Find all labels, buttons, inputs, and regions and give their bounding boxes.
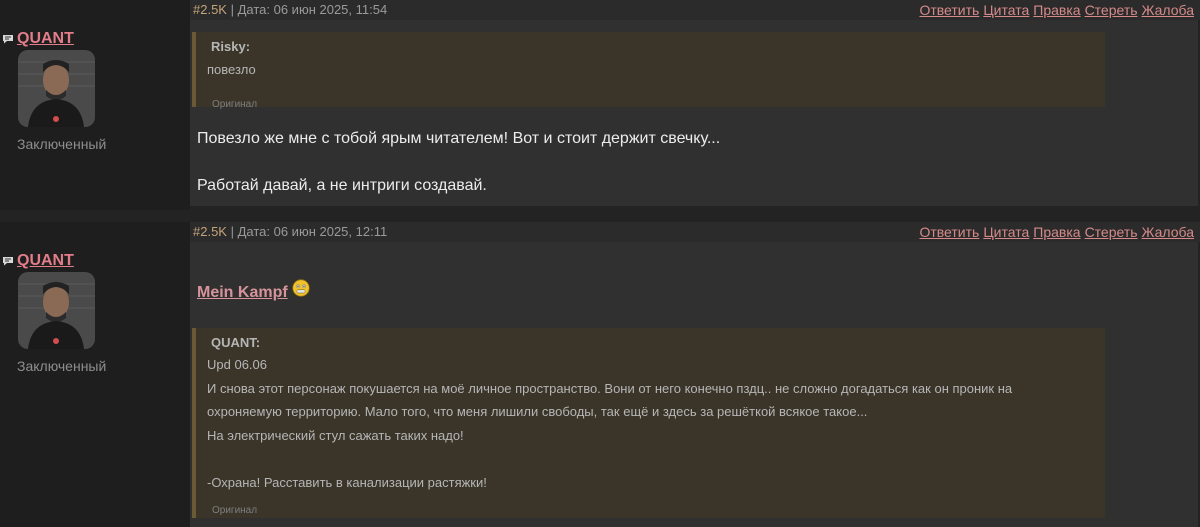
quote-author: Risky: (211, 39, 251, 54)
quote-original-link[interactable]: Оригинал (212, 99, 257, 110)
quote-block: Risky: повезло Оригинал (192, 32, 1105, 110)
edit-button[interactable]: Правка (1033, 222, 1080, 242)
post-body: Mein Kampf QUANT: Upd 06.06 И снова этот… (190, 242, 1198, 527)
post-actions: Ответить Цитата Правка Стереть Жалоба (919, 222, 1194, 242)
post-date: | Дата: 06 июн 2025, 12:11 (230, 224, 388, 239)
author-name[interactable]: QUANT (17, 30, 74, 48)
report-button[interactable]: Жалоба (1142, 0, 1194, 20)
post-sidebar: QUANT Заключенный (0, 222, 190, 527)
reply-button[interactable]: Ответить (919, 0, 979, 20)
avatar[interactable] (18, 50, 95, 127)
post-text-line: Повезло же мне с тобой ярым читателем! В… (197, 130, 721, 147)
post-meta: #2.5K | Дата: 06 июн 2025, 12:11 (193, 222, 387, 242)
post-actions: Ответить Цитата Правка Стереть Жалоба (919, 0, 1194, 20)
reply-button[interactable]: Ответить (919, 222, 979, 242)
post-meta: #2.5K | Дата: 06 июн 2025, 11:54 (193, 0, 387, 20)
quote-line: И снова этот персонаж покушается на моё … (207, 380, 1013, 396)
edit-button[interactable]: Правка (1033, 0, 1080, 20)
post-header: #2.5K | Дата: 06 июн 2025, 12:11 Ответит… (190, 222, 1200, 242)
author-line: QUANT (2, 252, 74, 270)
user-rank: Заключенный (17, 136, 107, 152)
avatar[interactable] (18, 272, 95, 349)
quote-line: повезло (207, 62, 256, 77)
quote-button[interactable]: Цитата (983, 222, 1029, 242)
delete-button[interactable]: Стереть (1085, 0, 1138, 20)
quote-line: -Охрана! Расставить в канализации растяж… (207, 474, 487, 490)
quote-author: QUANT: (211, 335, 261, 350)
private-message-icon[interactable] (2, 256, 14, 266)
user-rank: Заключенный (17, 358, 107, 374)
private-message-icon[interactable] (2, 34, 14, 44)
post-sidebar: QUANT Заключенный (0, 0, 190, 210)
forum-post: QUANT Заключенный #2.5K | Дата: 06 июн 2… (0, 0, 1200, 210)
post-text-line: Работай давай, а не интриги создавай. (197, 177, 487, 194)
delete-button[interactable]: Стереть (1085, 222, 1138, 242)
post-header: #2.5K | Дата: 06 июн 2025, 11:54 Ответит… (190, 0, 1200, 20)
scared-face-icon (292, 279, 310, 297)
post-date: | Дата: 06 июн 2025, 11:54 (230, 2, 388, 17)
quote-text: Upd 06.06 И снова этот персонаж покушает… (207, 353, 1012, 494)
external-link-title[interactable]: Mein Kampf (197, 284, 288, 302)
author-name[interactable]: QUANT (17, 252, 74, 270)
post-body: Risky: повезло Оригинал Повезло же мне с… (190, 20, 1198, 206)
report-button[interactable]: Жалоба (1142, 222, 1194, 242)
quote-original-link[interactable]: Оригинал (212, 505, 257, 516)
post-id[interactable]: #2.5K (193, 224, 227, 239)
author-line: QUANT (2, 30, 74, 48)
quote-line: охроняемую территорию. Мало того, что ме… (207, 404, 868, 419)
quote-line (207, 447, 1012, 471)
quote-button[interactable]: Цитата (983, 0, 1029, 20)
quote-line: Upd 06.06 (207, 357, 267, 372)
quote-block: QUANT: Upd 06.06 И снова этот персонаж п… (192, 328, 1105, 518)
quote-text: повезло (207, 58, 256, 82)
quote-line: На электрический стул сажать таких надо! (207, 427, 464, 443)
post-id[interactable]: #2.5K (193, 2, 227, 17)
forum-post: QUANT Заключенный #2.5K | Дата: 06 июн 2… (0, 222, 1200, 527)
